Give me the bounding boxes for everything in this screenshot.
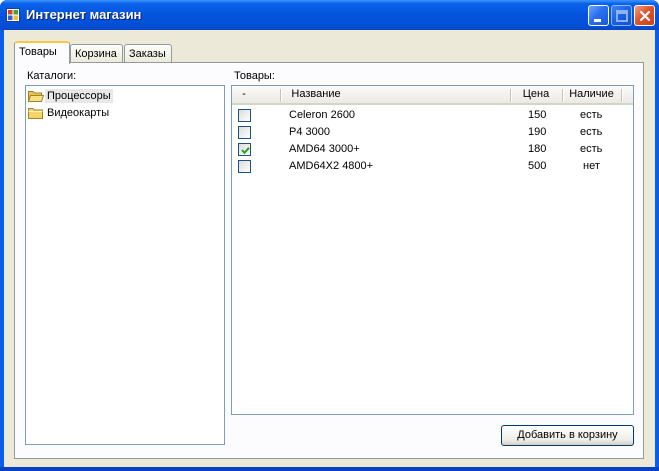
minimize-button[interactable] — [588, 5, 609, 26]
product-name: P4 3000 — [289, 126, 330, 138]
grid-header: - Название Цена Наличие — [232, 86, 633, 105]
window-title: Интернет магазин — [26, 7, 142, 22]
minimize-icon — [594, 19, 601, 22]
products-grid[interactable]: - Название Цена Наличие Celeron 2600 150… — [231, 85, 634, 415]
table-row[interactable]: Celeron 2600 150 есть — [232, 107, 633, 124]
tree-item-label: Процессоры — [45, 89, 113, 103]
tab-products[interactable]: Товары — [14, 41, 70, 64]
table-row[interactable]: AMD64X2 4800+ 500 нет — [232, 158, 633, 175]
maximize-button[interactable] — [611, 5, 632, 26]
tree-item-label: Видеокарты — [47, 107, 110, 119]
product-name: AMD64 3000+ — [289, 143, 360, 155]
product-stock: есть — [580, 126, 603, 138]
product-name: AMD64X2 4800+ — [289, 160, 374, 172]
close-icon — [639, 10, 651, 22]
product-price: 150 — [528, 109, 547, 121]
product-price: 180 — [528, 143, 547, 155]
tab-orders[interactable]: Заказы — [124, 44, 172, 63]
row-checkbox[interactable] — [238, 160, 251, 173]
add-to-cart-button[interactable]: Добавить в корзину — [501, 425, 634, 446]
product-stock: есть — [580, 143, 603, 155]
table-row[interactable]: P4 3000 190 есть — [232, 124, 633, 141]
close-button[interactable] — [634, 5, 655, 26]
product-stock: есть — [580, 109, 603, 121]
product-stock: нет — [583, 160, 600, 172]
app-icon[interactable] — [6, 8, 20, 22]
catalogs-label: Каталоги: — [27, 70, 77, 82]
row-checkbox[interactable] — [238, 126, 251, 139]
window-client-area: Товары Корзина Заказы Каталоги: Процессо… — [4, 30, 655, 467]
row-checkbox[interactable] — [238, 143, 251, 156]
tab-label: Корзина — [75, 48, 117, 60]
folder-icon — [28, 107, 44, 122]
tab-cart[interactable]: Корзина — [70, 44, 123, 63]
products-label: Товары: — [234, 70, 275, 82]
row-checkbox[interactable] — [238, 109, 251, 122]
open-folder-icon — [27, 90, 45, 105]
tab-page-products: Каталоги: Процессоры Видеокарты Товары: … — [14, 62, 644, 459]
column-header-select[interactable]: - — [232, 86, 256, 104]
app-window: Интернет магазин Товары Корзина Заказы К… — [0, 0, 659, 471]
table-row[interactable]: AMD64 3000+ 180 есть — [232, 141, 633, 158]
window-frame-bottom — [0, 467, 659, 471]
tab-label: Заказы — [129, 48, 166, 60]
checkmark-icon — [241, 147, 250, 155]
catalog-tree[interactable]: Процессоры Видеокарты — [25, 85, 225, 445]
column-header-name[interactable]: Название — [280, 86, 352, 104]
column-divider[interactable] — [621, 89, 622, 102]
product-price: 500 — [528, 160, 547, 172]
tab-label: Товары — [19, 46, 57, 58]
product-price: 190 — [528, 126, 547, 138]
product-name: Celeron 2600 — [289, 109, 356, 121]
column-header-price[interactable]: Цена — [510, 86, 562, 104]
title-bar[interactable]: Интернет магазин — [0, 0, 659, 30]
column-header-stock[interactable]: Наличие — [562, 86, 621, 104]
